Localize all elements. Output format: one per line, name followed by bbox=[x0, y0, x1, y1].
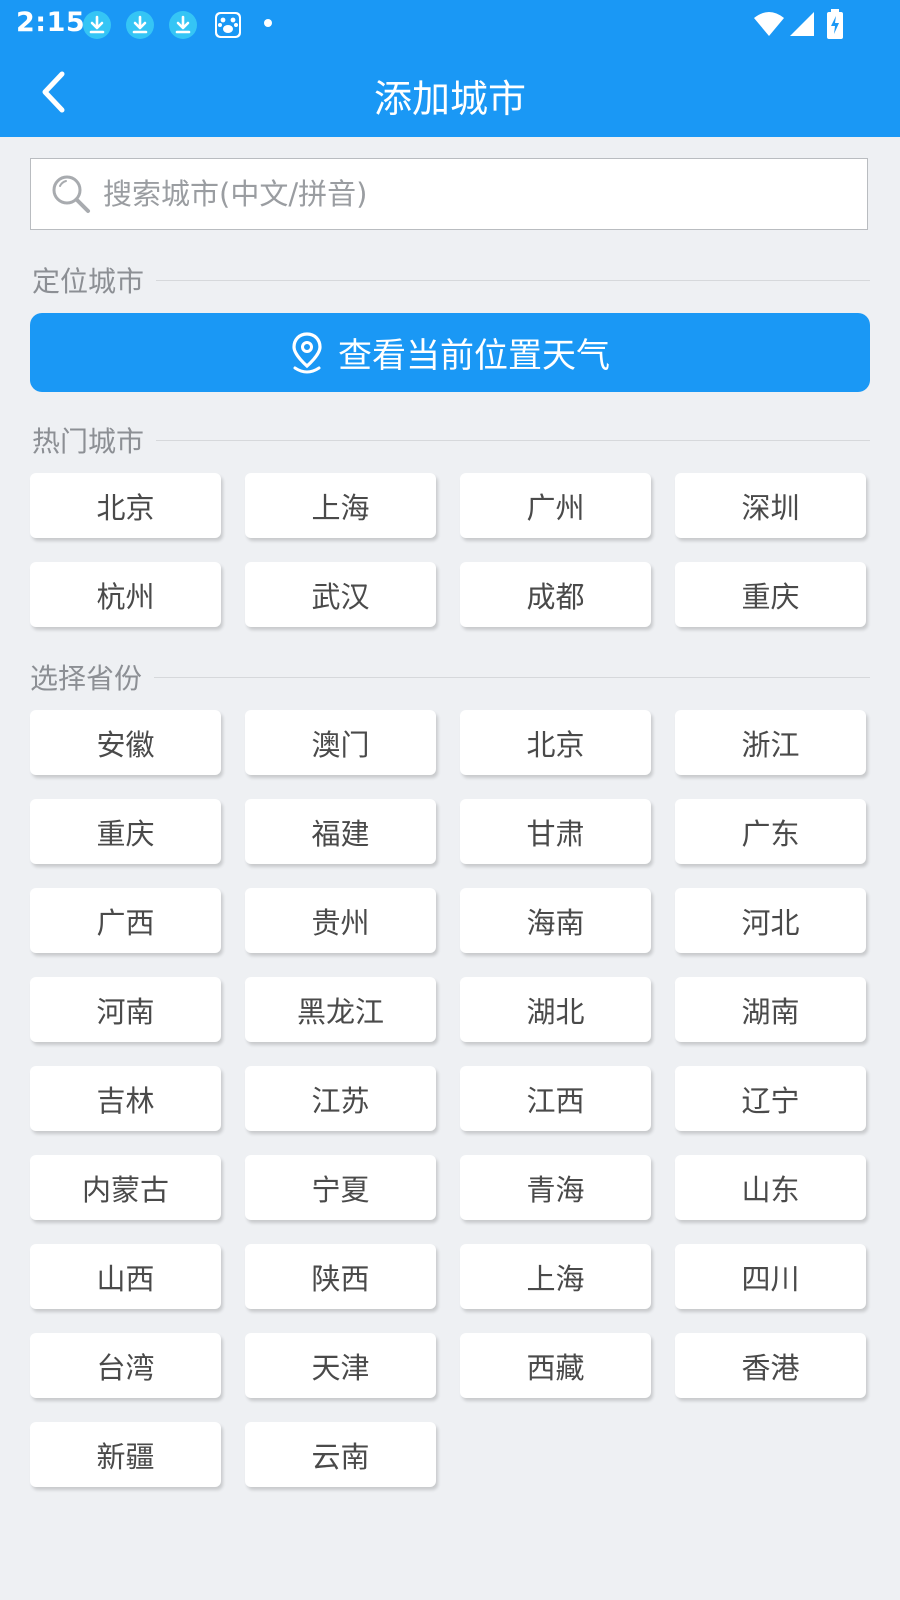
download-icon bbox=[169, 11, 197, 39]
search-icon bbox=[52, 175, 90, 213]
city-chip[interactable]: 北京 bbox=[30, 473, 221, 538]
province-chip[interactable]: 台湾 bbox=[30, 1333, 221, 1398]
current-location-weather-button[interactable]: 查看当前位置天气 bbox=[30, 313, 870, 392]
status-bar: 2:15 bbox=[0, 0, 900, 48]
province-chip[interactable]: 山西 bbox=[30, 1244, 221, 1309]
province-chip[interactable]: 西藏 bbox=[460, 1333, 651, 1398]
section-divider bbox=[156, 279, 870, 281]
province-chip[interactable]: 四川 bbox=[675, 1244, 866, 1309]
province-chip[interactable]: 福建 bbox=[245, 799, 436, 864]
province-chip[interactable]: 吉林 bbox=[30, 1066, 221, 1131]
notification-dot-icon bbox=[264, 19, 272, 27]
province-chip[interactable]: 浙江 bbox=[675, 710, 866, 775]
province-chip[interactable]: 江苏 bbox=[245, 1066, 436, 1131]
province-chip[interactable]: 青海 bbox=[460, 1155, 651, 1220]
province-chip[interactable]: 湖北 bbox=[460, 977, 651, 1042]
province-chip[interactable]: 河北 bbox=[675, 888, 866, 953]
city-chip[interactable]: 重庆 bbox=[675, 562, 866, 627]
hot-cities-section-heading: 热门城市 bbox=[32, 420, 870, 460]
section-label: 热门城市 bbox=[32, 425, 145, 458]
province-section-heading: 选择省份 bbox=[30, 657, 870, 697]
province-chip[interactable]: 湖南 bbox=[675, 977, 866, 1042]
section-divider bbox=[154, 676, 870, 678]
province-chip[interactable]: 广东 bbox=[675, 799, 866, 864]
download-icon bbox=[126, 11, 154, 39]
cellular-signal-icon bbox=[790, 12, 814, 36]
section-label: 定位城市 bbox=[32, 265, 145, 298]
province-chip[interactable]: 重庆 bbox=[30, 799, 221, 864]
city-chip[interactable]: 杭州 bbox=[30, 562, 221, 627]
section-divider bbox=[156, 439, 870, 441]
province-chip[interactable]: 辽宁 bbox=[675, 1066, 866, 1131]
location-section-heading: 定位城市 bbox=[32, 260, 870, 300]
download-icon bbox=[83, 11, 111, 39]
search-box[interactable] bbox=[30, 158, 868, 230]
province-chip[interactable]: 内蒙古 bbox=[30, 1155, 221, 1220]
province-chip[interactable]: 甘肃 bbox=[460, 799, 651, 864]
province-chip[interactable]: 云南 bbox=[245, 1422, 436, 1487]
search-input[interactable] bbox=[101, 176, 855, 212]
province-chip[interactable]: 天津 bbox=[245, 1333, 436, 1398]
city-chip[interactable]: 广州 bbox=[460, 473, 651, 538]
page-title: 添加城市 bbox=[373, 77, 526, 121]
battery-charging-icon bbox=[827, 9, 843, 39]
city-chip[interactable]: 深圳 bbox=[675, 473, 866, 538]
province-grid: 安徽 澳门 北京 浙江 重庆 福建 甘肃 广东 广西 贵州 海南 河北 河南 黑… bbox=[30, 710, 870, 1487]
province-chip[interactable]: 澳门 bbox=[245, 710, 436, 775]
province-chip[interactable]: 香港 bbox=[675, 1333, 866, 1398]
province-chip[interactable]: 江西 bbox=[460, 1066, 651, 1131]
location-pin-icon bbox=[292, 331, 322, 373]
province-chip[interactable]: 上海 bbox=[460, 1244, 651, 1309]
city-chip[interactable]: 成都 bbox=[460, 562, 651, 627]
section-label: 选择省份 bbox=[30, 662, 143, 695]
hot-cities-grid: 北京 上海 广州 深圳 杭州 武汉 成都 重庆 bbox=[30, 473, 870, 627]
province-chip[interactable]: 河南 bbox=[30, 977, 221, 1042]
province-chip[interactable]: 安徽 bbox=[30, 710, 221, 775]
province-chip[interactable]: 黑龙江 bbox=[245, 977, 436, 1042]
current-location-weather-label: 查看当前位置天气 bbox=[338, 336, 610, 376]
status-time: 2:15 bbox=[16, 7, 86, 38]
province-chip[interactable]: 贵州 bbox=[245, 888, 436, 953]
paw-app-icon bbox=[215, 12, 241, 38]
province-chip[interactable]: 山东 bbox=[675, 1155, 866, 1220]
city-chip[interactable]: 武汉 bbox=[245, 562, 436, 627]
province-chip[interactable]: 新疆 bbox=[30, 1422, 221, 1487]
province-chip[interactable]: 广西 bbox=[30, 888, 221, 953]
province-chip[interactable]: 宁夏 bbox=[245, 1155, 436, 1220]
city-chip[interactable]: 上海 bbox=[245, 473, 436, 538]
province-chip[interactable]: 北京 bbox=[460, 710, 651, 775]
header: 2:15 添加城市 bbox=[0, 0, 900, 137]
province-chip[interactable]: 海南 bbox=[460, 888, 651, 953]
province-chip[interactable]: 陕西 bbox=[245, 1244, 436, 1309]
wifi-icon bbox=[754, 12, 784, 36]
app-bar: 添加城市 bbox=[0, 48, 900, 137]
